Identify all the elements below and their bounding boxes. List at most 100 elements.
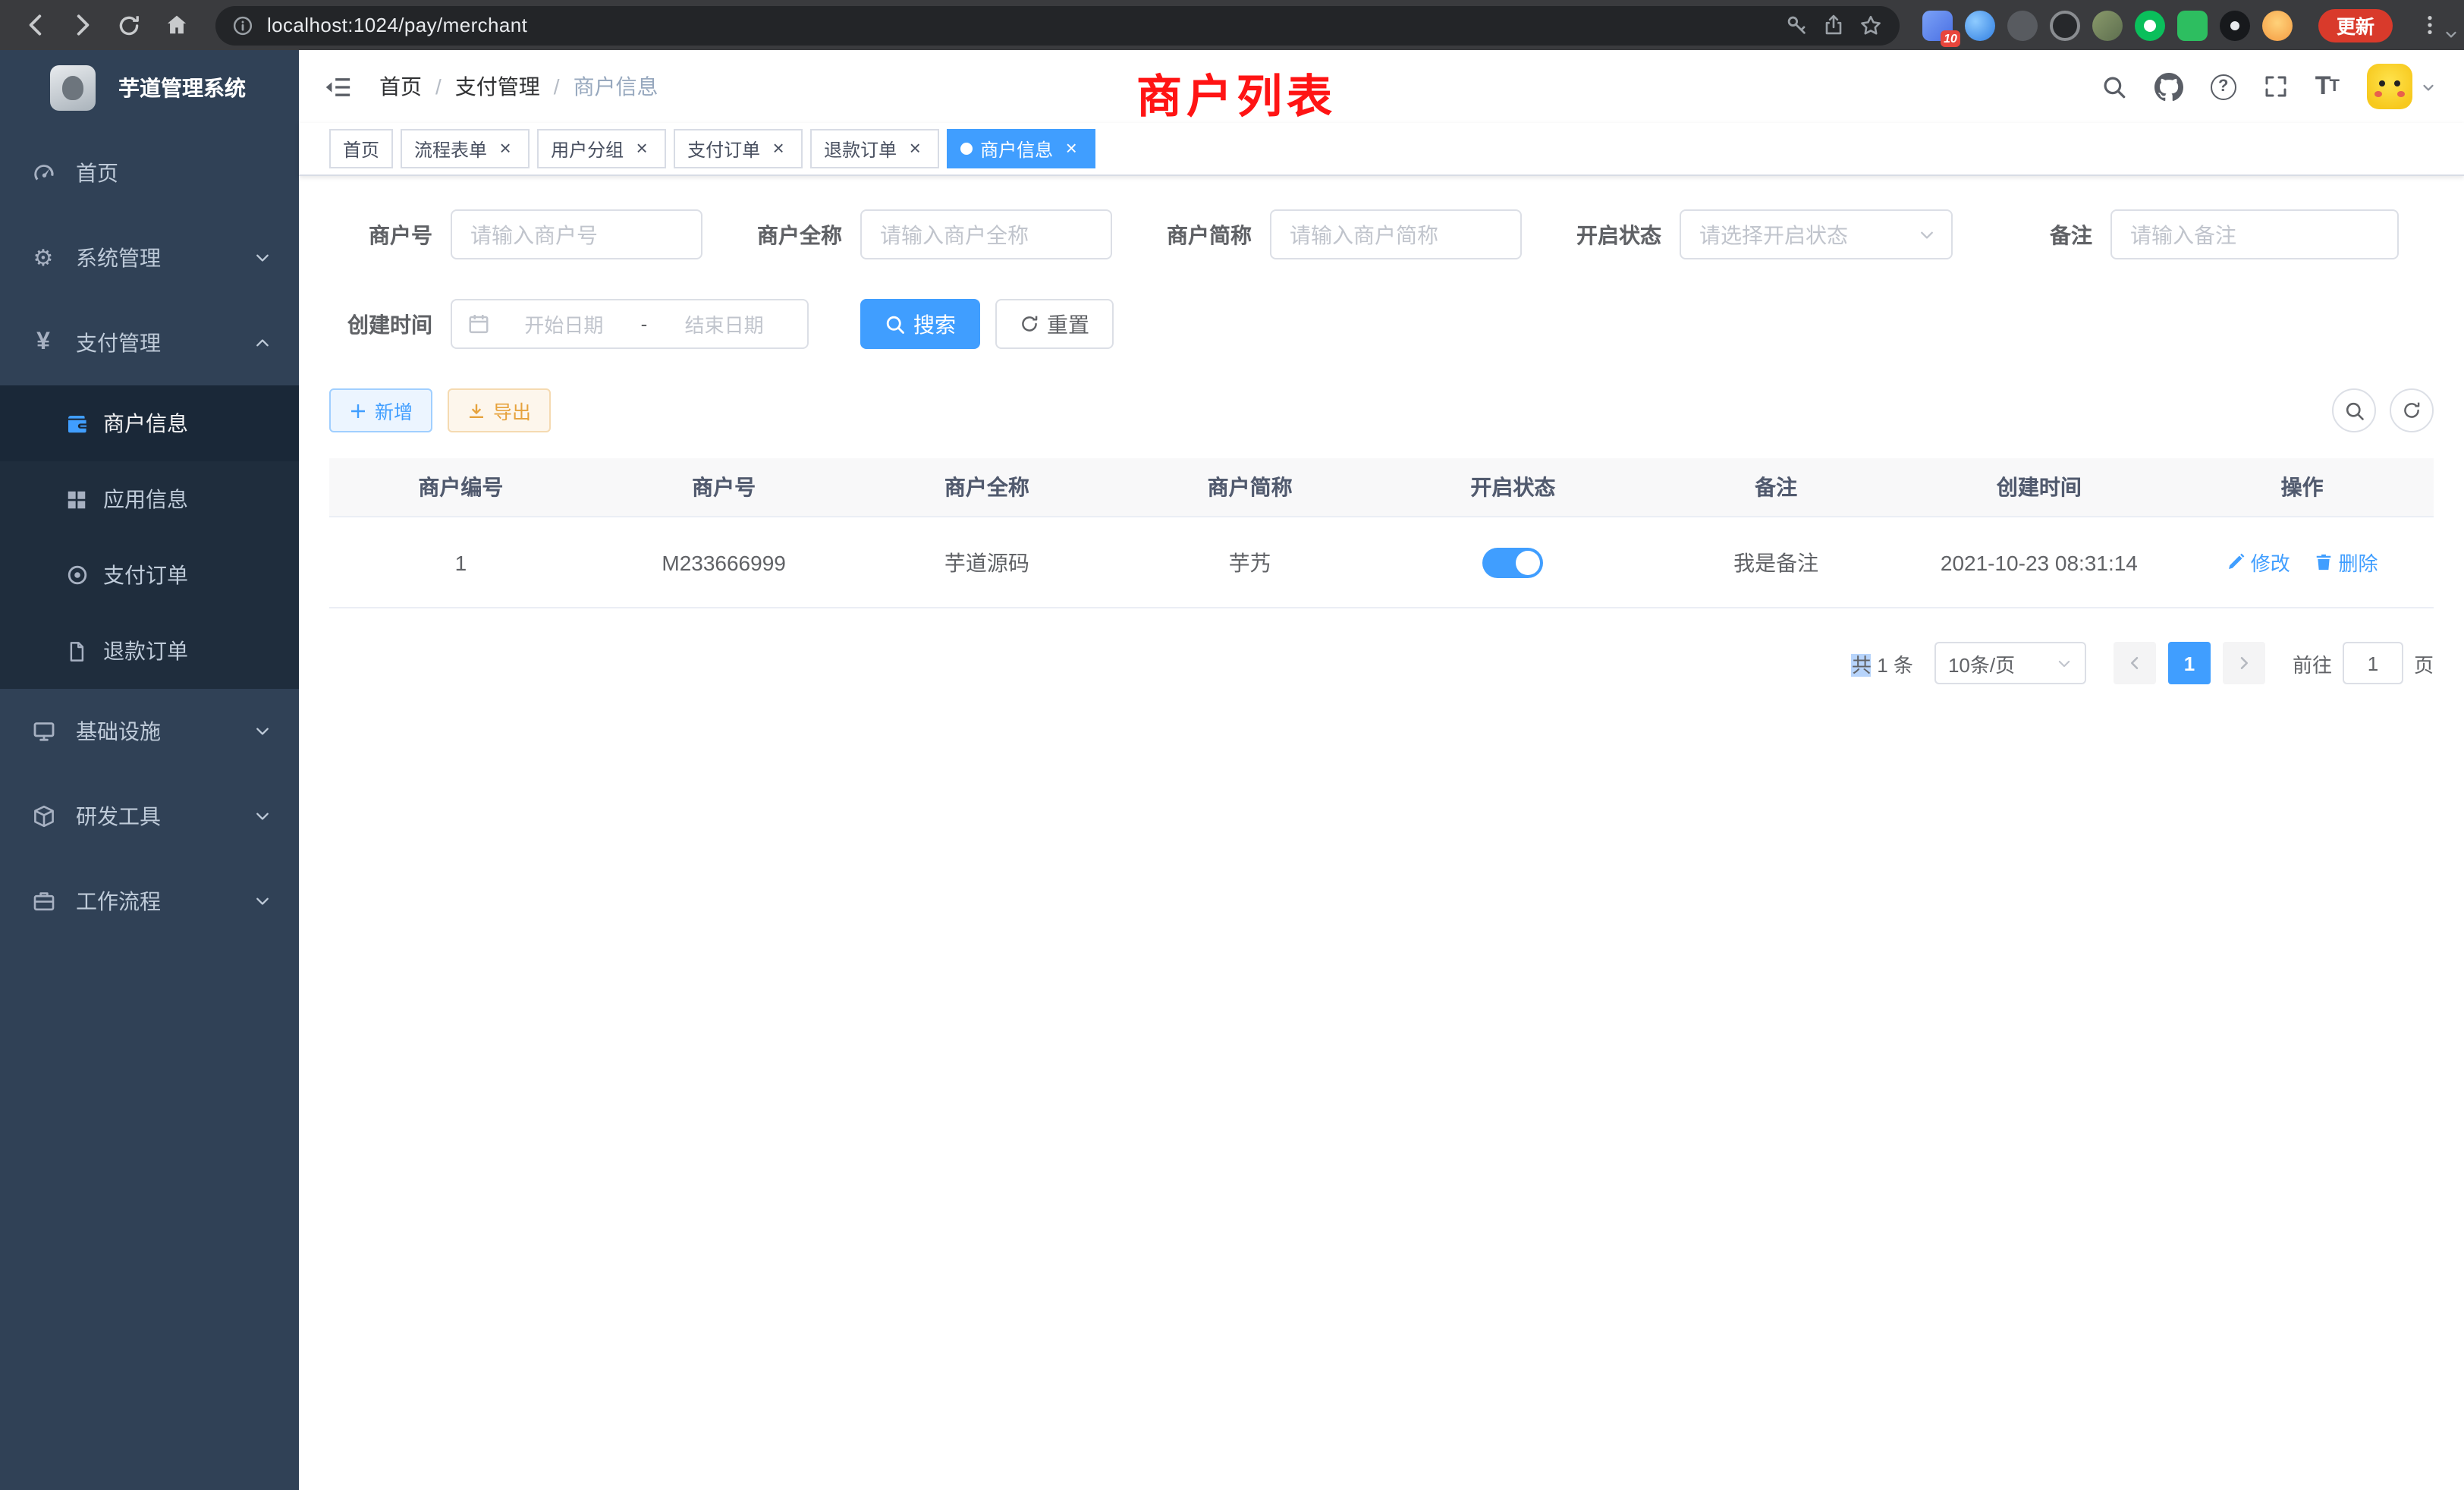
tab-user-group[interactable]: 用户分组× (537, 129, 666, 168)
start-date-placeholder[interactable]: 开始日期 (496, 310, 632, 338)
browser-back-icon[interactable] (15, 5, 55, 45)
status-toggle[interactable] (1482, 547, 1543, 577)
sidebar-item-label: 首页 (76, 158, 118, 188)
browser-update-button[interactable]: 更新 (2318, 8, 2393, 42)
sidebar-item-dev-tools[interactable]: 研发工具 (0, 774, 299, 859)
tab-merchant-info[interactable]: 商户信息× (947, 129, 1095, 168)
extension-icon[interactable] (2220, 10, 2250, 40)
chevron-down-icon (253, 722, 272, 740)
tab-flow-form[interactable]: 流程表单 × (401, 129, 530, 168)
sidebar-item-label: 系统管理 (76, 243, 161, 273)
close-icon[interactable]: × (904, 138, 926, 159)
main-panel: 首页 / 支付管理 / 商户信息 商户列表 ? TT (299, 50, 2464, 1490)
sidebar-item-label: 基础设施 (76, 716, 161, 747)
tab-home[interactable]: 首页 (329, 129, 393, 168)
site-info-icon[interactable] (232, 14, 253, 36)
status-select[interactable]: 请选择开启状态 (1680, 209, 1953, 259)
remark-label: 备注 (1989, 219, 2110, 250)
bookmark-star-icon[interactable] (1859, 13, 1883, 37)
close-icon[interactable]: × (495, 138, 516, 159)
refresh-icon[interactable] (2390, 388, 2434, 432)
browser-home-icon[interactable] (156, 5, 196, 45)
github-icon[interactable] (2154, 72, 2183, 101)
close-icon[interactable]: × (631, 138, 652, 159)
tab-label: 流程表单 (414, 136, 487, 162)
goto-page: 前往 页 (2293, 642, 2434, 684)
create-time-label: 创建时间 (329, 309, 451, 339)
user-menu[interactable] (2367, 64, 2437, 109)
extension-icon[interactable] (2050, 10, 2080, 40)
full-name-input[interactable] (860, 209, 1112, 259)
edit-link[interactable]: 修改 (2227, 548, 2290, 577)
tab-refund-order[interactable]: 退款订单× (810, 129, 939, 168)
filter-short-name: 商户简称 (1149, 209, 1522, 259)
password-key-icon[interactable] (1786, 14, 1809, 36)
chevron-down-icon (2056, 655, 2073, 671)
sidebar-item-label: 应用信息 (103, 484, 188, 514)
end-date-placeholder[interactable]: 结束日期 (656, 310, 792, 338)
sidebar-fold-icon[interactable] (323, 72, 352, 101)
hide-search-icon[interactable] (2332, 388, 2376, 432)
breadcrumb-home[interactable]: 首页 (379, 71, 422, 102)
sidebar-item-pay-order[interactable]: 支付订单 (0, 537, 299, 613)
breadcrumb-separator: / (435, 74, 442, 99)
browser-forward-icon[interactable] (62, 5, 102, 45)
sidebar-item-label: 研发工具 (76, 801, 161, 831)
add-button[interactable]: 新增 (329, 388, 432, 432)
sidebar-item-home[interactable]: 首页 (0, 130, 299, 215)
merchant-no-label: 商户号 (329, 219, 451, 250)
delete-link[interactable]: 删除 (2315, 548, 2378, 577)
reset-button[interactable]: 重置 (995, 299, 1114, 349)
extension-icon[interactable] (2262, 10, 2293, 40)
col-header-index: 商户编号 (329, 458, 592, 517)
extension-icon[interactable] (1965, 10, 1995, 40)
next-page-button[interactable] (2223, 642, 2265, 684)
sidebar-item-payment[interactable]: ¥ 支付管理 (0, 300, 299, 385)
fullscreen-icon[interactable] (2264, 74, 2288, 99)
search-button[interactable]: 搜索 (860, 299, 980, 349)
prev-page-button[interactable] (2114, 642, 2156, 684)
create-time-range-picker[interactable]: 开始日期 - 结束日期 (451, 299, 809, 349)
header-search-icon[interactable] (2101, 74, 2127, 99)
profile-extension-icon[interactable] (2092, 10, 2123, 40)
goto-page-input[interactable] (2343, 642, 2403, 684)
filter-merchant-no: 商户号 (329, 209, 702, 259)
extension-icon[interactable] (2135, 10, 2165, 40)
full-name-label: 商户全称 (739, 219, 860, 250)
short-name-input[interactable] (1270, 209, 1522, 259)
extensions-tray: 10 (1922, 10, 2293, 40)
sidebar-item-workflow[interactable]: 工作流程 (0, 859, 299, 944)
sidebar-item-system[interactable]: ⚙ 系统管理 (0, 215, 299, 300)
share-icon[interactable] (1822, 14, 1845, 36)
font-size-icon[interactable]: TT (2315, 71, 2340, 102)
sidebar-item-app-info[interactable]: 应用信息 (0, 461, 299, 537)
export-button[interactable]: 导出 (448, 388, 551, 432)
page-size-select[interactable]: 10条/页 (1934, 642, 2086, 684)
browser-reload-icon[interactable] (109, 5, 149, 45)
sidebar-item-refund-order[interactable]: 退款订单 (0, 613, 299, 689)
extension-icon[interactable]: 10 (1922, 10, 1953, 40)
status-placeholder: 请选择开启状态 (1699, 219, 1918, 250)
browser-chrome: localhost:1024/pay/merchant 10 更新 (0, 0, 2464, 50)
help-icon[interactable]: ? (2211, 74, 2236, 99)
extension-icon[interactable] (2177, 10, 2208, 40)
merchant-no-input[interactable] (451, 209, 702, 259)
extension-icon[interactable] (2007, 10, 2038, 40)
breadcrumb-payment[interactable]: 支付管理 (455, 71, 540, 102)
chevron-down-icon[interactable] (2443, 23, 2459, 50)
sidebar-item-infrastructure[interactable]: 基础设施 (0, 689, 299, 774)
cell-index: 1 (329, 517, 592, 608)
page-size-value: 10条/页 (1948, 649, 2015, 677)
sidebar-item-merchant-info[interactable]: 商户信息 (0, 385, 299, 461)
sidebar-item-label: 商户信息 (103, 408, 188, 439)
close-icon[interactable]: × (1061, 138, 1082, 159)
caret-down-icon (2420, 78, 2437, 95)
page-number-button[interactable]: 1 (2168, 642, 2211, 684)
tab-pay-order[interactable]: 支付订单× (674, 129, 803, 168)
app-logo[interactable]: 芋道管理系统 (0, 50, 299, 126)
address-bar[interactable]: localhost:1024/pay/merchant (215, 5, 1900, 45)
sidebar-item-label: 退款订单 (103, 636, 188, 666)
remark-input[interactable] (2110, 209, 2399, 259)
col-header-remark: 备注 (1645, 458, 1908, 517)
close-icon[interactable]: × (768, 138, 789, 159)
